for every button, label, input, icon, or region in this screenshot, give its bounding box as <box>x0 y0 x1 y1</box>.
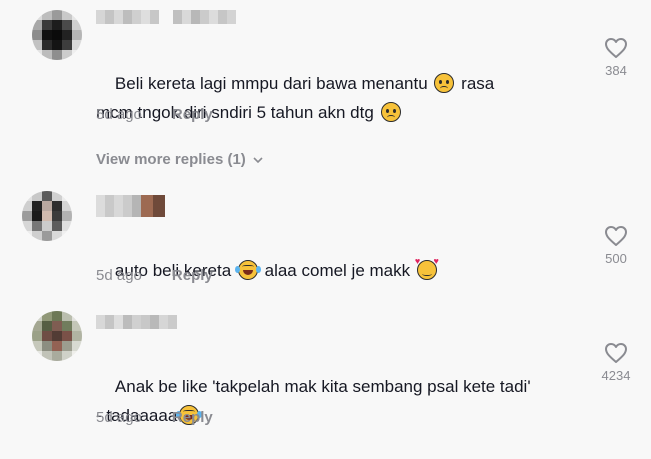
username-blurred[interactable] <box>96 315 177 329</box>
comment-2: auto beli kereta alaa comel je makk ♥ ♥ 5… <box>0 185 651 295</box>
heart-icon[interactable] <box>604 225 628 247</box>
username-blurred[interactable] <box>96 10 236 24</box>
smiling-hearts-icon: ♥ ♥ <box>415 257 439 280</box>
chevron-down-icon <box>253 156 263 163</box>
heart-icon[interactable] <box>604 37 628 59</box>
like-count: 384 <box>605 63 627 78</box>
timestamp: 5d ago <box>96 267 142 284</box>
reply-button[interactable]: Reply <box>172 267 213 284</box>
reply-button[interactable]: Reply <box>172 106 213 123</box>
like-count: 500 <box>605 251 627 266</box>
username-blurred[interactable] <box>96 195 165 217</box>
comment-text: Anak be like 'takpelah mak kita sembang … <box>96 377 531 425</box>
comment-3: Anak be like 'takpelah mak kita sembang … <box>0 305 651 432</box>
comment-meta: 5d ago Reply <box>96 267 213 284</box>
laughing-tears-icon <box>234 260 261 280</box>
timestamp: 5d ago <box>96 409 142 426</box>
view-more-replies-label: View more replies (1) <box>96 151 246 168</box>
avatar[interactable] <box>32 10 82 60</box>
sad-face-icon <box>434 73 455 93</box>
avatar[interactable] <box>32 311 82 361</box>
like-control: 500 <box>590 225 642 266</box>
view-more-replies-button[interactable]: View more replies (1) <box>96 151 264 168</box>
avatar[interactable] <box>22 191 72 241</box>
comment-meta: 5d ago Reply <box>96 106 213 123</box>
comment-meta: 5d ago Reply <box>96 409 213 426</box>
sad-face-icon <box>380 102 401 122</box>
reply-button[interactable]: Reply <box>172 409 213 426</box>
like-count: 4234 <box>601 368 631 383</box>
like-control: 4234 <box>590 342 642 383</box>
comment-1: Beli kereta lagi mmpu dari bawa menantu … <box>0 0 651 168</box>
comment-text: Beli kereta lagi mmpu dari bawa menantu … <box>96 73 495 122</box>
timestamp: 5d ago <box>96 106 142 123</box>
heart-icon[interactable] <box>604 342 628 364</box>
like-control: 384 <box>590 37 642 78</box>
